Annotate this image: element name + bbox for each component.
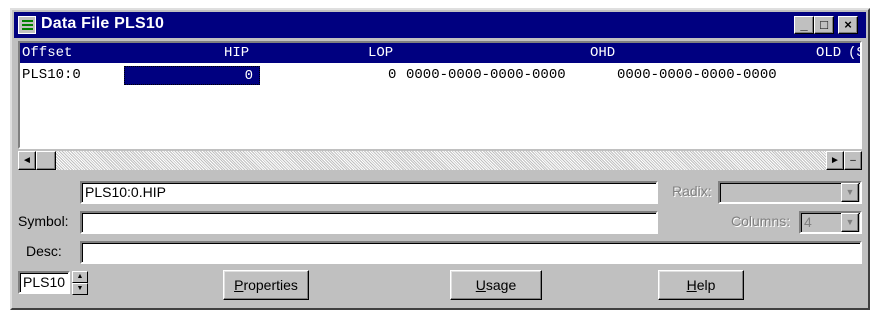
split-button[interactable]: – xyxy=(844,151,862,170)
horizontal-scrollbar[interactable]: ◄ ► – xyxy=(18,151,862,170)
column-header-old[interactable]: OLD xyxy=(816,43,841,63)
file-input[interactable]: PLS10 xyxy=(18,271,70,294)
scroll-thumb[interactable] xyxy=(36,151,56,170)
columns-label: Columns: xyxy=(731,213,791,229)
help-accel: H xyxy=(686,277,697,293)
column-header-hip[interactable]: HIP xyxy=(224,43,249,63)
minimize-icon[interactable]: _ xyxy=(794,16,814,34)
table-row[interactable]: PLS10:0 0 0 0000-0000-0000-0000 0000-000… xyxy=(20,65,860,85)
column-header-ohd[interactable]: OHD xyxy=(590,43,615,63)
data-file-window: Data File PLS10 _ □ × Offset HIP LOP OHD… xyxy=(10,8,870,310)
column-header-lop[interactable]: LOP xyxy=(368,43,393,63)
desc-input[interactable] xyxy=(80,241,862,264)
close-icon[interactable]: × xyxy=(838,16,858,34)
column-header-offset[interactable]: Offset xyxy=(22,43,72,63)
left-arrow-icon[interactable]: ◄ xyxy=(18,151,36,170)
hip-cell[interactable]: 0 xyxy=(124,66,260,85)
right-arrow-icon[interactable]: ► xyxy=(826,151,844,170)
window-title: Data File PLS10 xyxy=(41,15,165,32)
maximize-icon[interactable]: □ xyxy=(814,16,834,34)
address-input[interactable]: PLS10:0.HIP xyxy=(80,181,658,204)
properties-label: roperties xyxy=(243,277,298,293)
data-table[interactable]: Offset HIP LOP OHD OLD (S PLS10:0 0 0 00… xyxy=(18,41,862,149)
symbol-label: Symbol: xyxy=(18,213,69,229)
usage-button[interactable]: Usage xyxy=(450,270,542,300)
old-cell[interactable]: 0000-0000-0000-0000 xyxy=(617,65,777,85)
usage-label: sage xyxy=(485,277,517,293)
title-bar[interactable]: Data File PLS10 _ □ × xyxy=(14,12,866,38)
table-header: Offset HIP LOP OHD OLD (S xyxy=(20,43,860,63)
help-button[interactable]: Help xyxy=(658,270,744,300)
spin-down-icon[interactable]: ▼ xyxy=(72,283,88,295)
offset-cell[interactable]: PLS10:0 xyxy=(22,65,81,85)
desc-label: Desc: xyxy=(26,243,62,259)
ohd-cell[interactable]: 0000-0000-0000-0000 xyxy=(406,65,566,85)
spin-up-icon[interactable]: ▲ xyxy=(72,271,88,283)
radix-label: Radix: xyxy=(672,183,712,199)
dropdown-arrow-icon[interactable]: ▼ xyxy=(841,183,859,202)
dropdown-arrow-icon[interactable]: ▼ xyxy=(841,213,859,232)
data-file-icon xyxy=(18,16,36,34)
help-label: elp xyxy=(696,277,716,293)
lop-cell[interactable]: 0 xyxy=(388,65,396,85)
symbol-input[interactable] xyxy=(80,211,658,234)
properties-button[interactable]: Properties xyxy=(223,270,309,300)
usage-accel: U xyxy=(475,277,486,293)
column-header-extra[interactable]: (S xyxy=(848,43,860,63)
